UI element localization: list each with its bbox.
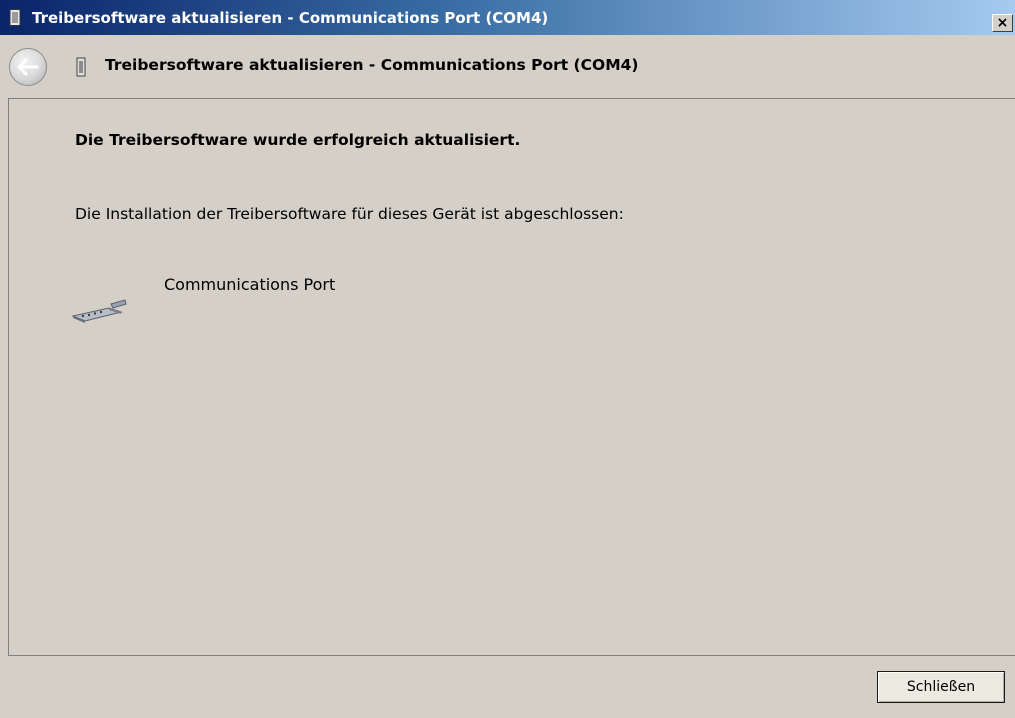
wizard-header: Treibersoftware aktualisieren - Communic… — [0, 35, 1015, 98]
window-close-button[interactable]: × — [992, 14, 1013, 32]
close-button[interactable]: Schließen — [877, 671, 1005, 703]
back-arrow-icon — [17, 58, 39, 76]
wizard-footer: Schließen — [0, 656, 1015, 718]
device-name: Communications Port — [164, 275, 336, 294]
window-title: Treibersoftware aktualisieren - Communic… — [32, 8, 549, 27]
success-heading: Die Treibersoftware wurde erfolgreich ak… — [75, 131, 521, 149]
close-icon: × — [996, 15, 1009, 31]
back-button[interactable] — [9, 48, 47, 86]
content-panel: Die Treibersoftware wurde erfolgreich ak… — [8, 98, 1015, 656]
title-bar[interactable]: Treibersoftware aktualisieren - Communic… — [0, 0, 1015, 35]
header-device-icon — [76, 57, 86, 77]
serial-port-icon — [71, 299, 127, 323]
window-device-icon — [8, 9, 22, 26]
wizard-title: Treibersoftware aktualisieren - Communic… — [105, 56, 639, 74]
install-message: Die Installation der Treibersoftware für… — [75, 205, 624, 223]
